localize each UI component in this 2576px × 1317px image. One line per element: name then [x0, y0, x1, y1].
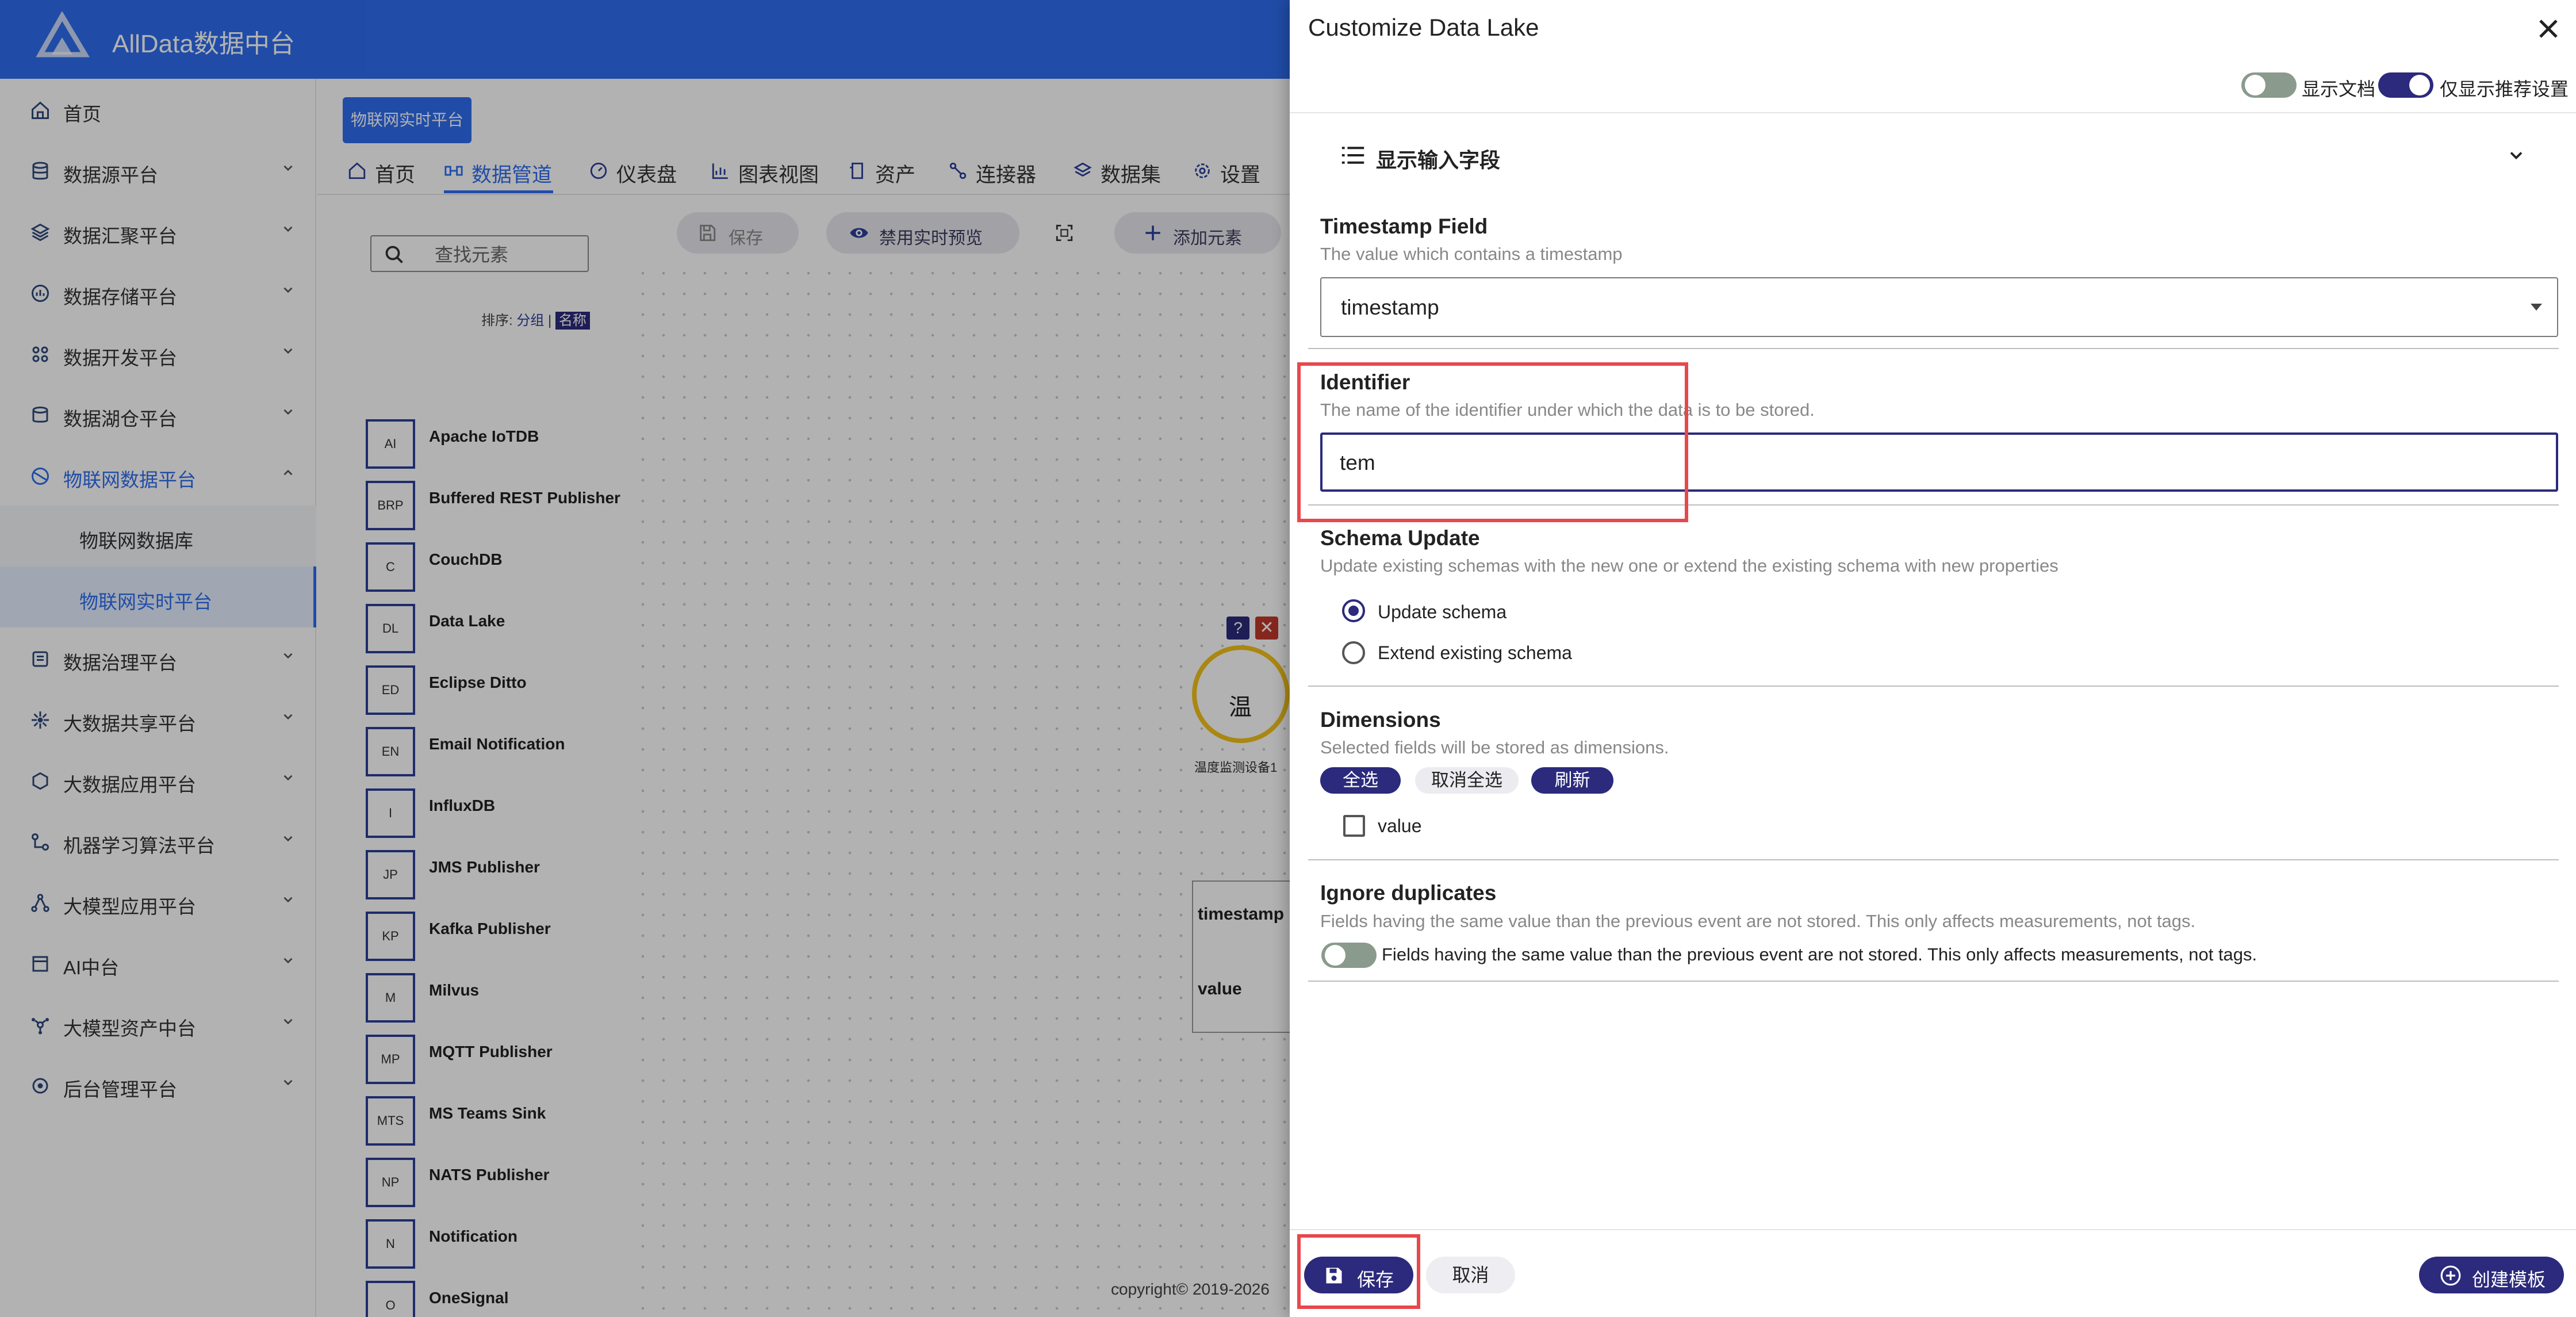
radio-label: Update schema: [1378, 602, 1507, 622]
schema-update-title: Schema Update: [1320, 526, 1480, 550]
button-label: 创建模板: [2472, 1269, 2546, 1290]
expander-label: 显示输入字段: [1376, 148, 1501, 172]
ignore-duplicates-title: Ignore duplicates: [1320, 881, 1497, 905]
select-value: timestamp: [1341, 296, 1439, 319]
timestamp-desc: The value which contains a timestamp: [1320, 244, 1623, 264]
recommended-only-toggle[interactable]: [2378, 72, 2433, 98]
update-schema-radio[interactable]: [1342, 599, 1365, 622]
customize-drawer: Customize Data Lake 显示文档 仅显示推荐设置 显示输入字段 …: [1290, 0, 2576, 1317]
radio-label: Extend existing schema: [1378, 642, 1572, 663]
save-highlight-box: [1297, 1234, 1420, 1309]
timestamp-select[interactable]: timestamp: [1320, 277, 2558, 337]
dropdown-arrow-icon: [2531, 304, 2542, 311]
show-docs-toggle[interactable]: [2241, 72, 2297, 98]
dimensions-title: Dimensions: [1320, 708, 1441, 732]
app-background: AllData数据中台 首页 数据源平台 数据汇聚平台 数据存储平台 数据开发平…: [0, 0, 1290, 1317]
refresh-button[interactable]: 刷新: [1531, 767, 1613, 794]
cancel-button[interactable]: 取消: [1426, 1257, 1515, 1293]
add-circle-icon: [2440, 1265, 2461, 1286]
divider: [1308, 859, 2559, 860]
drawer-title: Customize Data Lake: [1308, 14, 1539, 41]
chevron-down-icon: [2510, 152, 2523, 160]
extend-schema-radio[interactable]: [1342, 641, 1365, 664]
close-icon[interactable]: [2535, 15, 2562, 43]
ignore-duplicates-toggle[interactable]: [1321, 943, 1377, 968]
select-all-button[interactable]: 全选: [1320, 767, 1401, 794]
checkbox-label: value: [1378, 816, 1422, 836]
divider: [1308, 686, 2559, 687]
divider: [1308, 348, 2559, 349]
ignore-duplicates-desc: Fields having the same value than the pr…: [1320, 911, 2196, 931]
schema-update-desc: Update existing schemas with the new one…: [1320, 556, 2058, 576]
timestamp-title: Timestamp Field: [1320, 215, 1488, 238]
list-icon: [1341, 147, 1364, 164]
divider: [1308, 981, 2559, 982]
deselect-all-button[interactable]: 取消全选: [1415, 767, 1519, 794]
dimension-checkbox-value[interactable]: [1343, 815, 1365, 837]
toggle-knob: [2245, 75, 2266, 95]
toggle-knob: [1325, 945, 1346, 966]
dimensions-desc: Selected fields will be stored as dimens…: [1320, 737, 1669, 757]
modal-overlay[interactable]: [0, 0, 1290, 1317]
toggle-knob: [2409, 75, 2430, 95]
show-docs-label: 显示文档: [2302, 79, 2376, 99]
footer-divider: [1290, 1229, 2576, 1230]
show-input-fields-expander[interactable]: 显示输入字段: [1341, 138, 2537, 173]
identifier-highlight-box: [1297, 362, 1688, 522]
divider: [1290, 112, 2576, 113]
recommended-only-label: 仅显示推荐设置: [2440, 79, 2569, 99]
ignore-duplicates-toggle-label: Fields having the same value than the pr…: [1382, 944, 2257, 964]
create-template-button[interactable]: 创建模板: [2419, 1257, 2564, 1293]
